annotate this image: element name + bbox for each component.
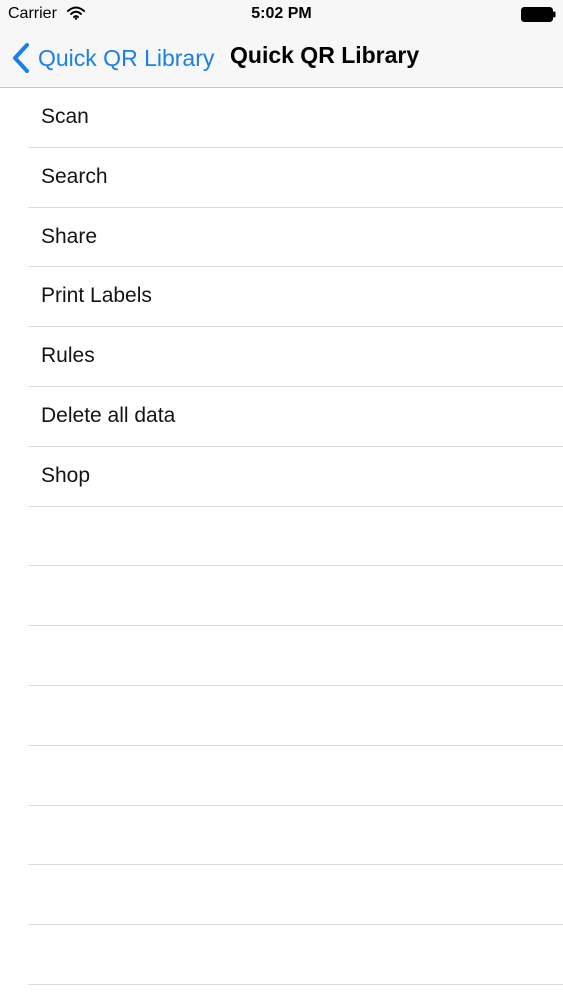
empty-row [28,806,563,866]
status-bar: Carrier 5:02 PM [0,0,563,28]
menu-item-label: Search [41,164,108,188]
menu-item-search[interactable]: Search [28,148,563,208]
menu-item-shop[interactable]: Shop [28,447,563,507]
battery-icon [521,7,556,22]
menu-item-rules[interactable]: Rules [28,327,563,387]
empty-row [28,686,563,746]
menu-item-share[interactable]: Share [28,208,563,268]
chevron-left-icon [13,43,29,73]
navigation-bar: Quick QR Library Quick QR Library [0,28,563,88]
menu-item-label: Rules [41,344,95,368]
menu-table: Scan Search Share Print Labels Rules Delete a… [0,88,563,985]
empty-row [28,865,563,926]
empty-row [28,626,563,686]
menu-item-label: Share [41,224,98,248]
back-button-label: Quick QR Library [38,44,215,71]
empty-row [28,925,563,985]
menu-item-print-labels[interactable]: Print Labels [28,267,563,328]
empty-row [28,507,563,567]
empty-row [28,746,563,806]
menu-item-label: Delete all data [41,403,176,427]
app-screen: Carrier 5:02 PM Quick QR Library Quick Q… [0,0,563,1000]
menu-item-label: Shop [41,463,91,487]
empty-row [28,566,563,627]
menu-item-scan[interactable]: Scan [28,88,563,148]
menu-item-delete-all-data[interactable]: Delete all data [28,387,563,447]
top-bar: Carrier 5:02 PM Quick QR Library Quick Q… [0,0,563,88]
menu-item-label: Scan [41,105,89,128]
menu-item-label: Print Labels [41,284,152,308]
back-button[interactable]: Quick QR Library [10,40,214,76]
status-time: 5:02 PM [251,5,312,22]
page-title: Quick QR Library [230,42,420,68]
